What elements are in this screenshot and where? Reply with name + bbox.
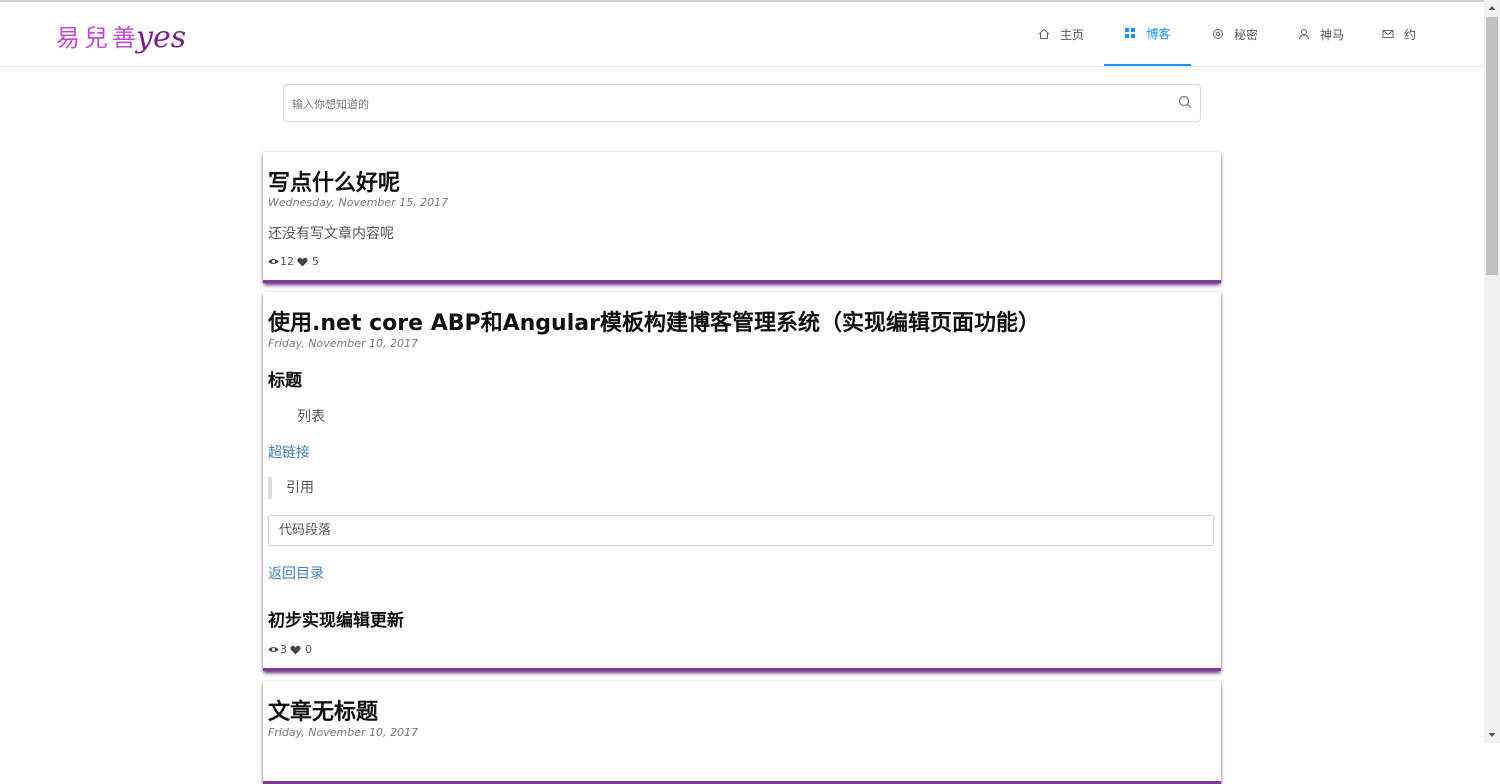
post-stats: 12 5 (268, 255, 319, 268)
search-input[interactable] (290, 91, 1164, 117)
post-stats: 3 0 (268, 643, 312, 656)
home-icon (1038, 28, 1050, 39)
nav-item-shenma[interactable]: 神马 (1298, 2, 1344, 66)
mail-icon (1382, 30, 1394, 38)
post-title[interactable]: 文章无标题 (268, 694, 378, 726)
nav-item-label: 约 (1404, 27, 1417, 42)
post-heading: 标题 (268, 371, 302, 391)
view-count: 12 (280, 255, 294, 268)
logo-yes-text: yes (136, 20, 187, 55)
like-count: 0 (305, 643, 312, 656)
post-code-block: 代码段落 (268, 515, 1214, 546)
search-box (283, 84, 1201, 122)
eye-icon (268, 259, 279, 264)
back-to-toc-link[interactable]: 返回目录 (268, 563, 324, 583)
setting-icon (1213, 29, 1223, 39)
post-card: 使用.net core ABP和Angular模板构建博客管理系统（实现编辑页面… (263, 292, 1221, 671)
vertical-scrollbar[interactable] (1484, 0, 1500, 743)
post-date: Friday, November 10, 2017 (268, 726, 418, 739)
appstore-icon (1125, 28, 1136, 38)
heart-icon[interactable] (297, 257, 308, 267)
scroll-up-arrow-icon[interactable] (1484, 0, 1500, 16)
post-content: 还没有写文章内容呢 (268, 226, 394, 242)
post-blockquote: 引用 (268, 477, 314, 499)
scroll-down-arrow-icon[interactable] (1484, 727, 1500, 743)
like-count: 5 (312, 255, 319, 268)
post-date: Friday, November 10, 2017 (268, 337, 418, 350)
post-hyperlink[interactable]: 超链接 (268, 442, 310, 462)
post-card: 文章无标题 Friday, November 10, 2017 (263, 681, 1221, 784)
post-heading-2: 初步实现编辑更新 (268, 611, 404, 631)
view-count: 3 (280, 643, 287, 656)
search-icon[interactable] (1178, 95, 1192, 109)
nav-item-home[interactable]: 主页 (1038, 2, 1084, 66)
logo-chinese-text: 易兒善 (56, 24, 140, 52)
nav-item-label: 神马 (1320, 27, 1345, 42)
post-title[interactable]: 写点什么好呢 (268, 165, 400, 197)
heart-icon[interactable] (290, 645, 301, 655)
user-icon (1299, 29, 1309, 40)
post-card: 写点什么好呢 Wednesday, November 15, 2017 还没有写… (263, 152, 1221, 283)
site-header: 易兒善 yes 主页 博客 秘密 神马 约 (0, 2, 1484, 67)
nav-item-label: 博客 (1146, 26, 1171, 41)
nav-item-label: 秘密 (1234, 27, 1259, 42)
eye-icon (268, 647, 279, 652)
nav-item-secret[interactable]: 秘密 (1212, 2, 1258, 66)
nav-item-label: 主页 (1060, 27, 1085, 42)
post-list-item: 列表 (297, 409, 325, 425)
scrollbar-thumb[interactable] (1486, 17, 1498, 275)
nav-item-blog[interactable]: 博客 (1104, 2, 1191, 66)
post-title[interactable]: 使用.net core ABP和Angular模板构建博客管理系统（实现编辑页面… (268, 305, 1040, 337)
post-date: Wednesday, November 15, 2017 (268, 196, 449, 209)
nav-item-date[interactable]: 约 (1382, 2, 1416, 66)
